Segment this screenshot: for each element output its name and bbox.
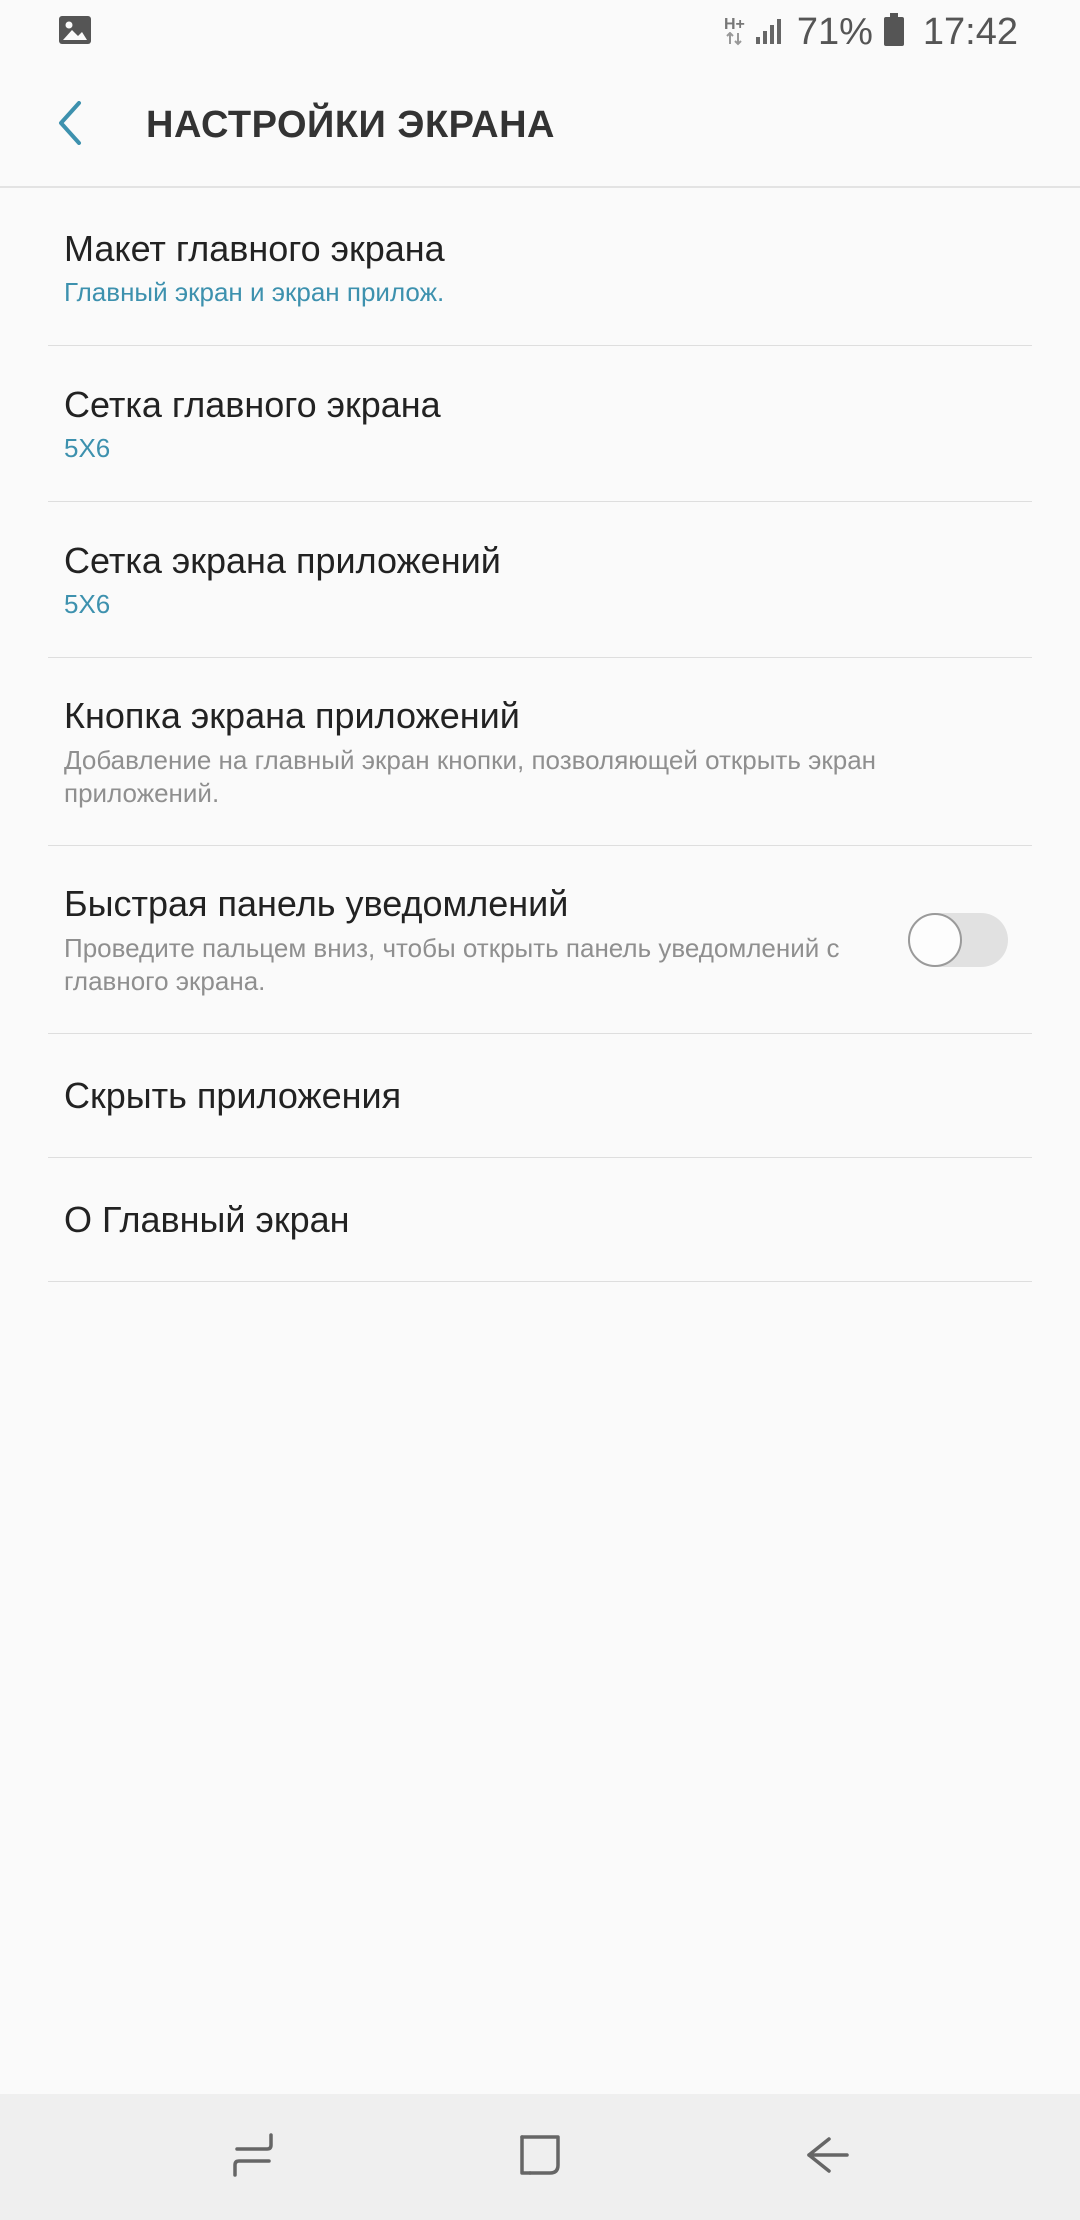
gallery-icon: [58, 15, 92, 50]
network-indicator: H+: [723, 16, 745, 46]
settings-list: Макет главного экрана Главный экран и эк…: [0, 190, 1080, 1282]
setting-title: Сетка главного экрана: [64, 383, 441, 425]
setting-summary: 5X6: [64, 588, 111, 619]
setting-title: Макет главного экрана: [64, 227, 445, 269]
setting-apps-screen-grid[interactable]: Сетка экрана приложений 5X6: [48, 502, 1032, 658]
setting-title: О Главный экран: [64, 1198, 350, 1240]
network-type: H+: [723, 16, 745, 33]
navigation-bar: [0, 2094, 1080, 2220]
setting-hide-apps[interactable]: Скрыть приложения: [48, 1034, 1032, 1158]
setting-title: Быстрая панель уведомлений: [64, 882, 569, 924]
app-bar: НАСТРОЙКИ ЭКРАНА: [0, 64, 1080, 188]
page-title: НАСТРОЙКИ ЭКРАНА: [146, 103, 555, 146]
recents-button[interactable]: [208, 2112, 298, 2202]
notification-panel-toggle[interactable]: [908, 912, 1008, 967]
setting-summary: Проведите пальцем вниз, чтобы открыть па…: [64, 932, 840, 996]
data-arrows-icon: [726, 32, 743, 46]
setting-summary: 5X6: [64, 432, 111, 463]
signal-icon: [755, 15, 787, 50]
screen: H+ 71% 17:42 НАСТРОЙКИ ЭКРАНА Макет глав…: [0, 0, 1080, 2220]
status-bar: H+ 71% 17:42: [0, 0, 1080, 64]
setting-summary: Главный экран и экран прилож.: [64, 276, 445, 307]
setting-apps-button[interactable]: Кнопка экрана приложений Добавление на г…: [48, 658, 1032, 846]
back-icon: [803, 2131, 851, 2184]
setting-about-home-screen[interactable]: О Главный экран: [48, 1158, 1032, 1282]
toggle-knob: [908, 912, 962, 967]
setting-quick-notification-panel[interactable]: Быстрая панель уведомлений Проведите пал…: [48, 846, 1032, 1034]
setting-home-screen-layout[interactable]: Макет главного экрана Главный экран и эк…: [48, 190, 1032, 346]
battery-percent: 71%: [796, 10, 873, 53]
setting-title: Кнопка экрана приложений: [64, 694, 520, 736]
nav-back-button[interactable]: [782, 2112, 872, 2202]
home-button[interactable]: [495, 2112, 585, 2202]
setting-summary: Добавление на главный экран кнопки, позв…: [64, 744, 877, 808]
battery-icon: [883, 12, 905, 52]
setting-title: Сетка экрана приложений: [64, 539, 501, 581]
chevron-left-icon: [55, 100, 85, 150]
back-button[interactable]: [30, 85, 110, 165]
home-icon: [516, 2131, 564, 2184]
recents-icon: [229, 2131, 277, 2184]
setting-home-screen-grid[interactable]: Сетка главного экрана 5X6: [48, 346, 1032, 502]
setting-title: Скрыть приложения: [64, 1074, 402, 1116]
clock: 17:42: [922, 10, 1018, 53]
